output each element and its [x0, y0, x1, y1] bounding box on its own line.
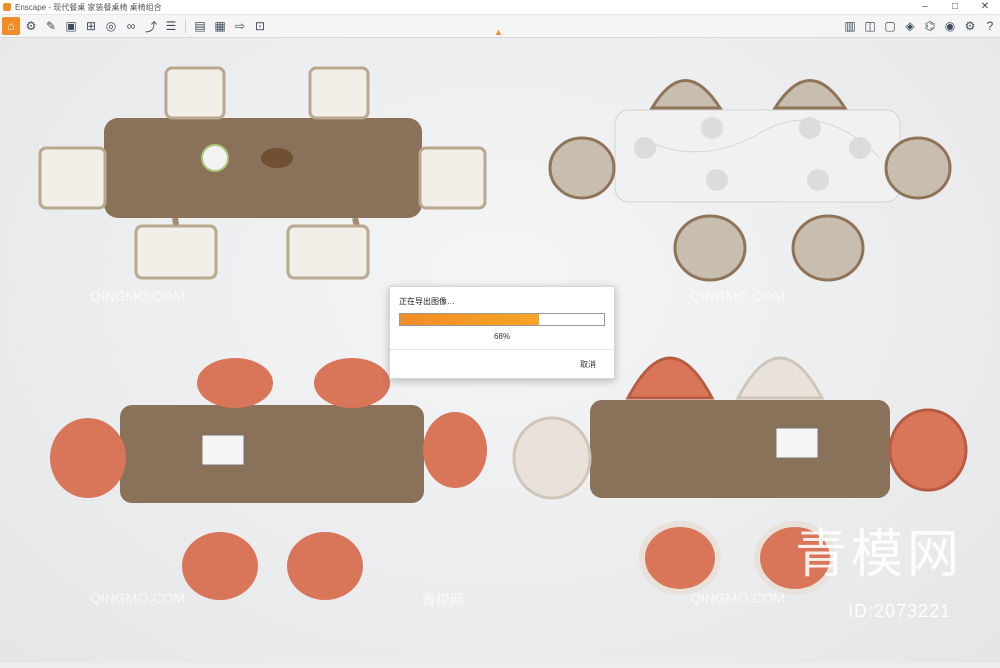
- site-watermark: QINGMO.COM: [690, 288, 785, 304]
- site-watermark: QINGMO.COM: [690, 590, 785, 606]
- book-icon[interactable]: ▥: [841, 17, 859, 35]
- wood-table: [120, 405, 424, 503]
- map-icon[interactable]: ◫: [861, 17, 879, 35]
- book: [201, 434, 245, 466]
- minimize-button[interactable]: –: [910, 0, 940, 14]
- brand-watermark: 青模网: [795, 525, 964, 585]
- dining-set-top-left: [38, 66, 487, 280]
- batch-render-icon[interactable]: ⇨: [231, 17, 249, 35]
- vase: [201, 144, 229, 172]
- export-message: 正在导出图像…: [399, 297, 455, 306]
- chair: [38, 146, 107, 210]
- settings-icon[interactable]: ⚙: [961, 17, 979, 35]
- home-icon[interactable]: ⌂: [2, 17, 20, 35]
- chair: [418, 146, 487, 210]
- chair: [625, 356, 715, 400]
- chair: [548, 136, 616, 200]
- box-icon[interactable]: ▢: [881, 17, 899, 35]
- site-watermark: QINGMO.COM: [90, 288, 185, 304]
- id-watermark: ID:2073221: [848, 601, 952, 621]
- wood-table: [104, 118, 422, 218]
- dining-set-top-right: [548, 79, 952, 282]
- collapse-toolbar-chevron-icon[interactable]: ▲: [494, 27, 503, 37]
- book: [775, 427, 819, 459]
- chair: [423, 412, 487, 488]
- export-progress-dialog: 正在导出图像… 68% 取消: [389, 286, 615, 379]
- wood-table: [590, 400, 890, 498]
- maximize-button[interactable]: □: [940, 0, 970, 14]
- cube-icon[interactable]: ◈: [901, 17, 919, 35]
- chair: [286, 224, 370, 280]
- capture-icon[interactable]: ⊡: [251, 17, 269, 35]
- help-icon[interactable]: ?: [981, 17, 999, 35]
- paint-icon[interactable]: ✎: [42, 17, 60, 35]
- chair: [182, 532, 258, 600]
- progress-fill: [400, 314, 539, 325]
- layers-icon[interactable]: ☰: [162, 17, 180, 35]
- progress-percent: 68%: [493, 332, 510, 341]
- export-video-icon[interactable]: ▦: [211, 17, 229, 35]
- toolbar-divider: [185, 19, 186, 33]
- asset-icon[interactable]: ◎: [102, 17, 120, 35]
- site-watermark: QINGMO.COM: [90, 590, 185, 606]
- chair: [164, 66, 226, 120]
- chair: [791, 214, 865, 282]
- chair: [772, 79, 848, 110]
- chair: [649, 79, 723, 110]
- help-label: ?: [986, 19, 994, 33]
- dialog-divider: [390, 349, 614, 350]
- cubes-icon[interactable]: ⚙: [22, 17, 40, 35]
- title-bar: Enscape - 现代餐桌 家装餐桌椅 桌椅组合 – □ ✕: [0, 0, 1000, 15]
- chair: [197, 358, 273, 408]
- chair: [134, 224, 218, 280]
- binoculars-icon[interactable]: ∞: [122, 17, 140, 35]
- site-watermark-cn: 青模网: [422, 592, 464, 608]
- dining-set-bottom-left: [50, 358, 487, 600]
- asset-library-icon[interactable]: ⌬: [921, 17, 939, 35]
- chair: [512, 416, 592, 500]
- chair: [884, 136, 952, 200]
- enscape-logo-icon: [3, 3, 11, 11]
- bowl: [261, 148, 293, 168]
- chair: [673, 214, 747, 282]
- chair: [308, 66, 370, 120]
- screenshot-icon[interactable]: ▤: [191, 17, 209, 35]
- bookmark-icon[interactable]: ⊞: [82, 17, 100, 35]
- cancel-button[interactable]: 取消: [580, 359, 596, 370]
- chair: [314, 358, 390, 408]
- chair: [888, 408, 968, 492]
- window-title: Enscape - 现代餐桌 家装餐桌椅 桌椅组合: [15, 2, 162, 12]
- progress-bar: [399, 313, 605, 326]
- chair: [287, 532, 363, 600]
- chair: [735, 356, 825, 400]
- chair: [50, 418, 126, 498]
- close-button[interactable]: ✕: [970, 0, 1000, 14]
- walk-icon[interactable]: ⤴: [142, 17, 160, 35]
- chair: [639, 521, 721, 595]
- eye-icon[interactable]: ◉: [941, 17, 959, 35]
- scene-icon[interactable]: ▣: [62, 17, 80, 35]
